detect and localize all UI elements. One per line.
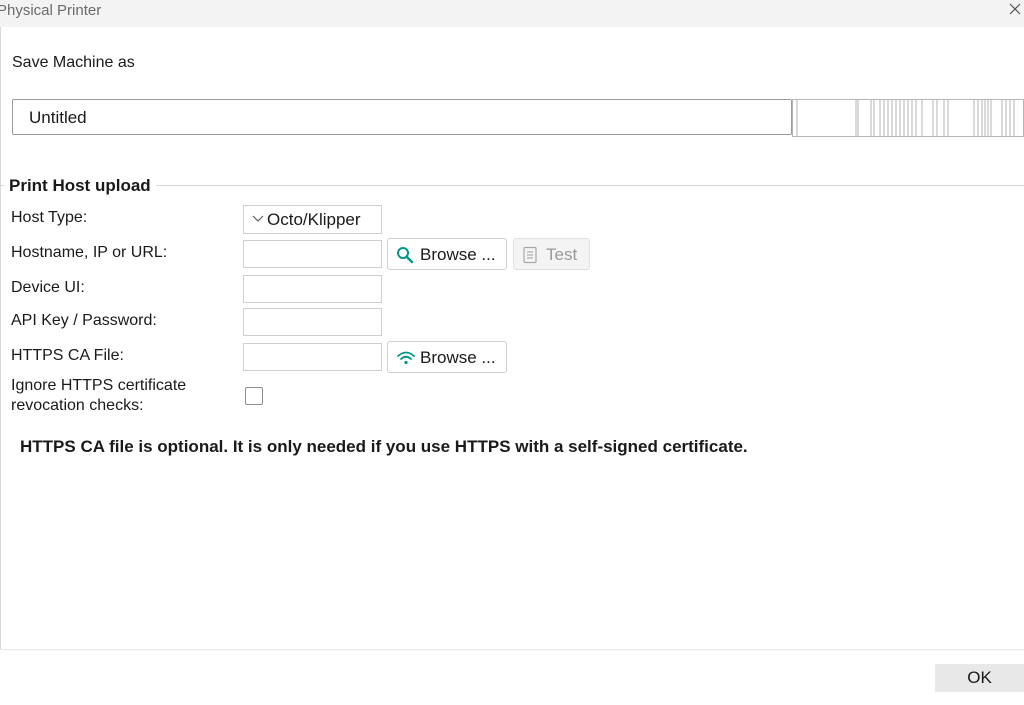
title-bar: Physical Printer: [0, 0, 1024, 27]
test-button[interactable]: Test: [513, 238, 590, 270]
device-ui-input[interactable]: [243, 275, 382, 303]
machine-name-value: Untitled: [29, 108, 87, 127]
host-type-value: Octo/Klipper: [267, 210, 361, 229]
host-type-label: Host Type:: [11, 209, 88, 226]
window-title: Physical Printer: [0, 2, 102, 19]
document-icon: [523, 246, 537, 264]
ok-button[interactable]: OK: [935, 664, 1024, 692]
test-label: Test: [546, 245, 578, 264]
browse-hosts-button[interactable]: Browse ...: [387, 238, 507, 270]
print-host-section-title: Print Host upload: [4, 176, 156, 196]
close-icon[interactable]: [1008, 0, 1022, 20]
api-key-input[interactable]: [243, 308, 382, 336]
api-key-label: API Key / Password:: [11, 312, 157, 329]
https-ca-note: HTTPS CA file is optional. It is only ne…: [20, 437, 748, 456]
ignore-revocation-label: Ignore HTTPS certificate: [11, 377, 187, 394]
browse-ca-file-label: Browse ...: [420, 348, 496, 367]
ignore-revocation-checkbox[interactable]: [245, 387, 263, 405]
ignore-revocation-label-line2: revocation checks:: [11, 397, 144, 414]
browse-hosts-label: Browse ...: [420, 245, 496, 264]
hostname-input[interactable]: [243, 240, 382, 268]
browse-ca-file-button[interactable]: Browse ...: [387, 341, 507, 373]
dialog-footer: [0, 649, 1024, 705]
machine-name-input[interactable]: Untitled: [12, 99, 792, 135]
chevron-down-icon: [252, 215, 264, 222]
save-machine-label: Save Machine as: [12, 54, 135, 71]
input-render-artifacts: [792, 99, 1024, 137]
https-ca-label: HTTPS CA File:: [11, 347, 124, 364]
host-type-dropdown[interactable]: Octo/Klipper: [243, 205, 382, 234]
wifi-icon: [397, 351, 415, 365]
hostname-label: Hostname, IP or URL:: [11, 244, 168, 261]
device-ui-label: Device UI:: [11, 279, 85, 296]
search-icon: [397, 247, 414, 264]
https-ca-input[interactable]: [243, 343, 382, 371]
